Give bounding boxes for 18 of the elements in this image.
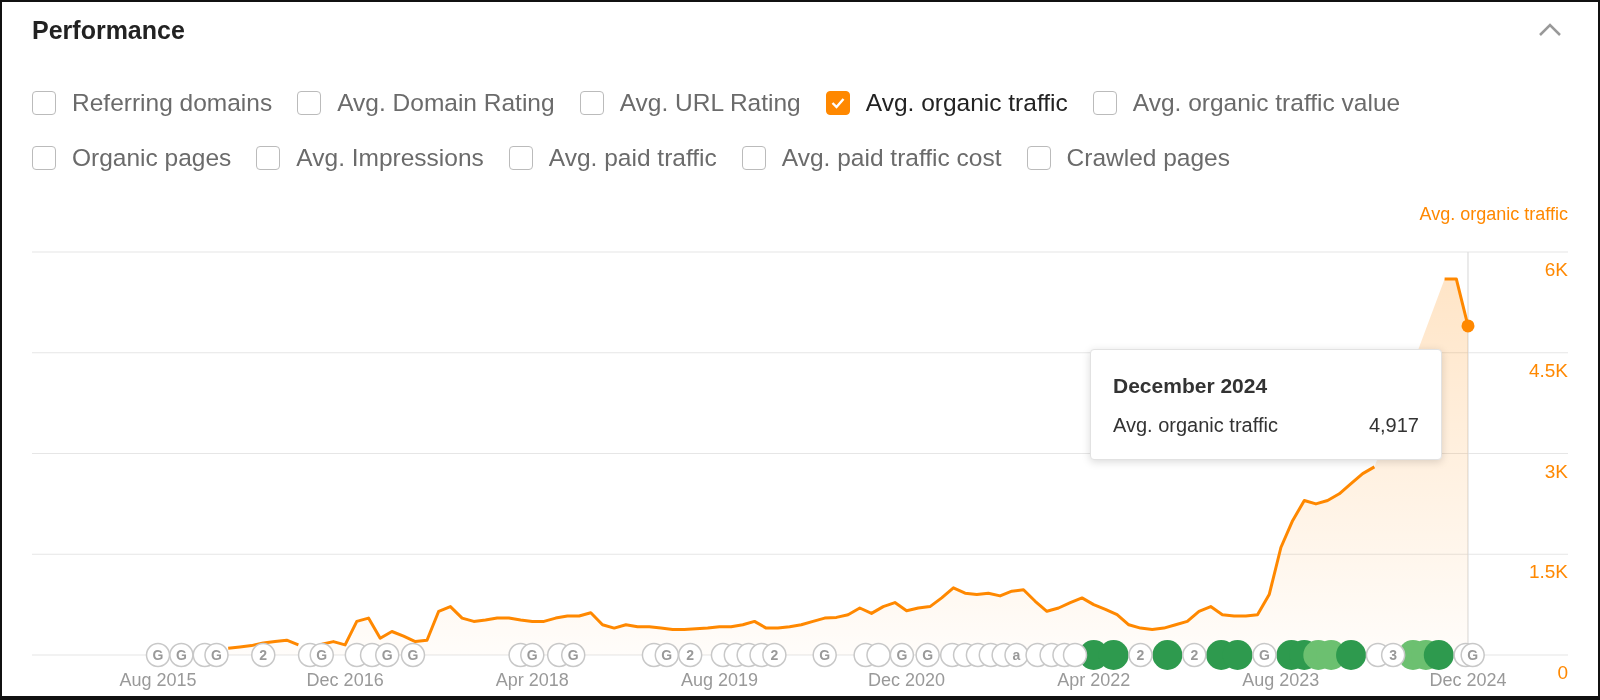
series-label: Avg. organic traffic (1419, 204, 1568, 224)
x-axis-label: Aug 2023 (1242, 670, 1320, 690)
x-axis-label: Apr 2018 (495, 670, 569, 690)
tooltip-title: December 2024 (1113, 374, 1269, 398)
x-axis-label: Apr 2022 (1057, 670, 1131, 690)
x-axis-label: Dec 2024 (1429, 670, 1507, 690)
x-axis-label: Aug 2019 (680, 670, 758, 690)
x-axis-label: Aug 2015 (119, 670, 197, 690)
panel-title: Performance (32, 15, 185, 45)
y-axis-label: 6K (1544, 259, 1568, 280)
y-axis-label: 3K (1544, 460, 1568, 482)
y-axis-label: 1.5K (1528, 561, 1568, 583)
tooltip-label: Avg. organic traffic (1113, 414, 1278, 437)
y-axis-label: 4.5K (1528, 359, 1568, 381)
x-axis-label: Dec 2020 (868, 670, 946, 690)
y-axis-label: 0 (1557, 662, 1568, 683)
x-axis-label: Dec 2016 (306, 670, 384, 690)
tooltip-value: 4,917 (1368, 414, 1419, 437)
